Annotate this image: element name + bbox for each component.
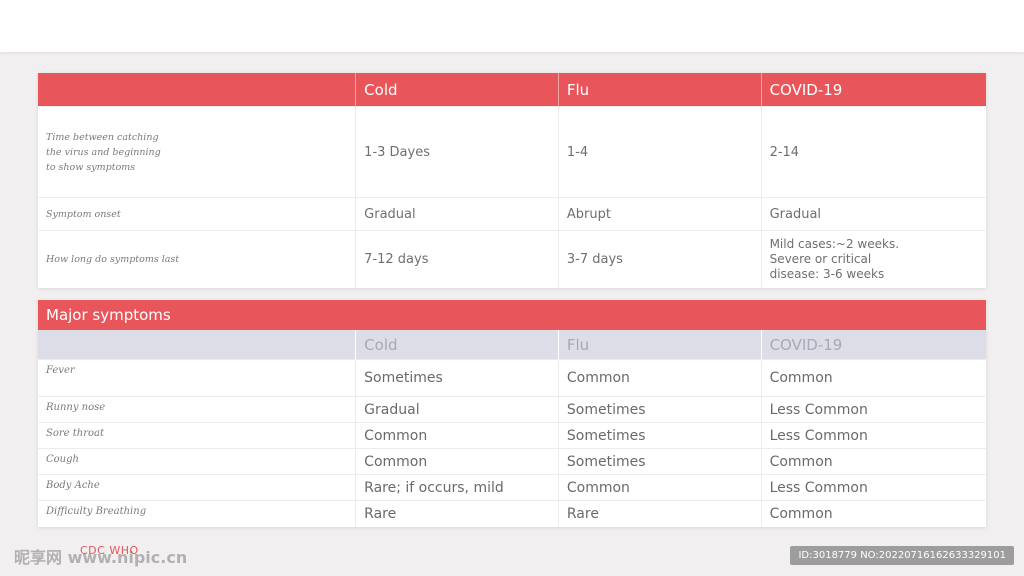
header-blank <box>38 73 357 107</box>
subheader-blank <box>38 330 357 360</box>
cell-cold: 1-3 Dayes <box>355 106 559 198</box>
cell-flu: Sometimes <box>558 396 762 423</box>
symptom-row: Body Ache Rare; if occurs, mild Common L… <box>38 474 986 501</box>
row-label: Time between catching the virus and begi… <box>38 106 357 198</box>
symptom-label: Difficulty Breathing <box>38 500 357 527</box>
cell-covid: Common <box>761 500 986 527</box>
header-flu: Flu <box>558 73 762 107</box>
cell-cold: Common <box>355 422 559 449</box>
top-bar <box>0 0 1024 52</box>
cell-flu: Sometimes <box>558 448 762 475</box>
table-row: Symptom onset Gradual Abrupt Gradual <box>38 197 986 231</box>
cell-cold: 7-12 days <box>355 230 559 288</box>
cell-covid: Gradual <box>761 197 986 231</box>
cell-covid: Less Common <box>761 396 986 423</box>
symptom-row: Difficulty Breathing Rare Rare Common <box>38 500 986 527</box>
major-symptoms-title: Major symptoms <box>38 300 986 330</box>
subheader-row: Cold Flu COVID-19 <box>38 330 986 360</box>
cell-cold: Gradual <box>355 197 559 231</box>
cell-covid: Common <box>761 359 986 397</box>
subheader-cold: Cold <box>355 330 559 360</box>
cell-flu: Sometimes <box>558 422 762 449</box>
cell-flu: Common <box>558 359 762 397</box>
cell-cold: Rare; if occurs, mild <box>355 474 559 501</box>
cell-covid: Less Common <box>761 422 986 449</box>
header-covid: COVID-19 <box>761 73 986 107</box>
cell-flu: Common <box>558 474 762 501</box>
symptom-label: Body Ache <box>38 474 357 501</box>
cell-cold: Gradual <box>355 396 559 423</box>
table-header-row: Cold Flu COVID-19 <box>38 73 986 107</box>
cell-flu: Abrupt <box>558 197 762 231</box>
watermark-id: ID:3018779 NO:20220716162633329101 <box>790 546 1014 565</box>
symptom-row: Sore throat Common Sometimes Less Common <box>38 422 986 449</box>
table-row: Time between catching the virus and begi… <box>38 106 986 198</box>
subheader-flu: Flu <box>558 330 762 360</box>
comparison-table: Cold Flu COVID-19 Time between catching … <box>38 73 986 288</box>
cell-covid: 2-14 <box>761 106 986 198</box>
watermark-left: 昵享网 www.nipic.cn <box>14 548 188 567</box>
cell-covid: Mild cases:~2 weeks. Severe or critical … <box>761 230 986 288</box>
major-symptoms-table: Major symptoms Cold Flu COVID-19 Fever S… <box>38 300 986 527</box>
cell-covid: Common <box>761 448 986 475</box>
header-cold: Cold <box>355 73 559 107</box>
symptom-label: Cough <box>38 448 357 475</box>
symptom-row: Runny nose Gradual Sometimes Less Common <box>38 396 986 423</box>
cell-flu: Rare <box>558 500 762 527</box>
table-row: How long do symptoms last 7-12 days 3-7 … <box>38 230 986 288</box>
cell-flu: 3-7 days <box>558 230 762 288</box>
cell-cold: Common <box>355 448 559 475</box>
symptom-row: Fever Sometimes Common Common <box>38 359 986 397</box>
symptom-label: Fever <box>38 359 357 397</box>
cell-covid-text: Mild cases:~2 weeks. Severe or critical … <box>769 236 900 281</box>
cell-covid: Less Common <box>761 474 986 501</box>
row-label: How long do symptoms last <box>38 230 357 288</box>
cell-cold: Sometimes <box>355 359 559 397</box>
symptom-label: Runny nose <box>38 396 357 423</box>
row-label: Symptom onset <box>38 197 357 231</box>
cell-flu: 1-4 <box>558 106 762 198</box>
subheader-covid: COVID-19 <box>761 330 986 360</box>
symptom-label: Sore throat <box>38 422 357 449</box>
row-label-text: Time between catching the virus and begi… <box>46 131 161 173</box>
symptom-row: Cough Common Sometimes Common <box>38 448 986 475</box>
cell-cold: Rare <box>355 500 559 527</box>
